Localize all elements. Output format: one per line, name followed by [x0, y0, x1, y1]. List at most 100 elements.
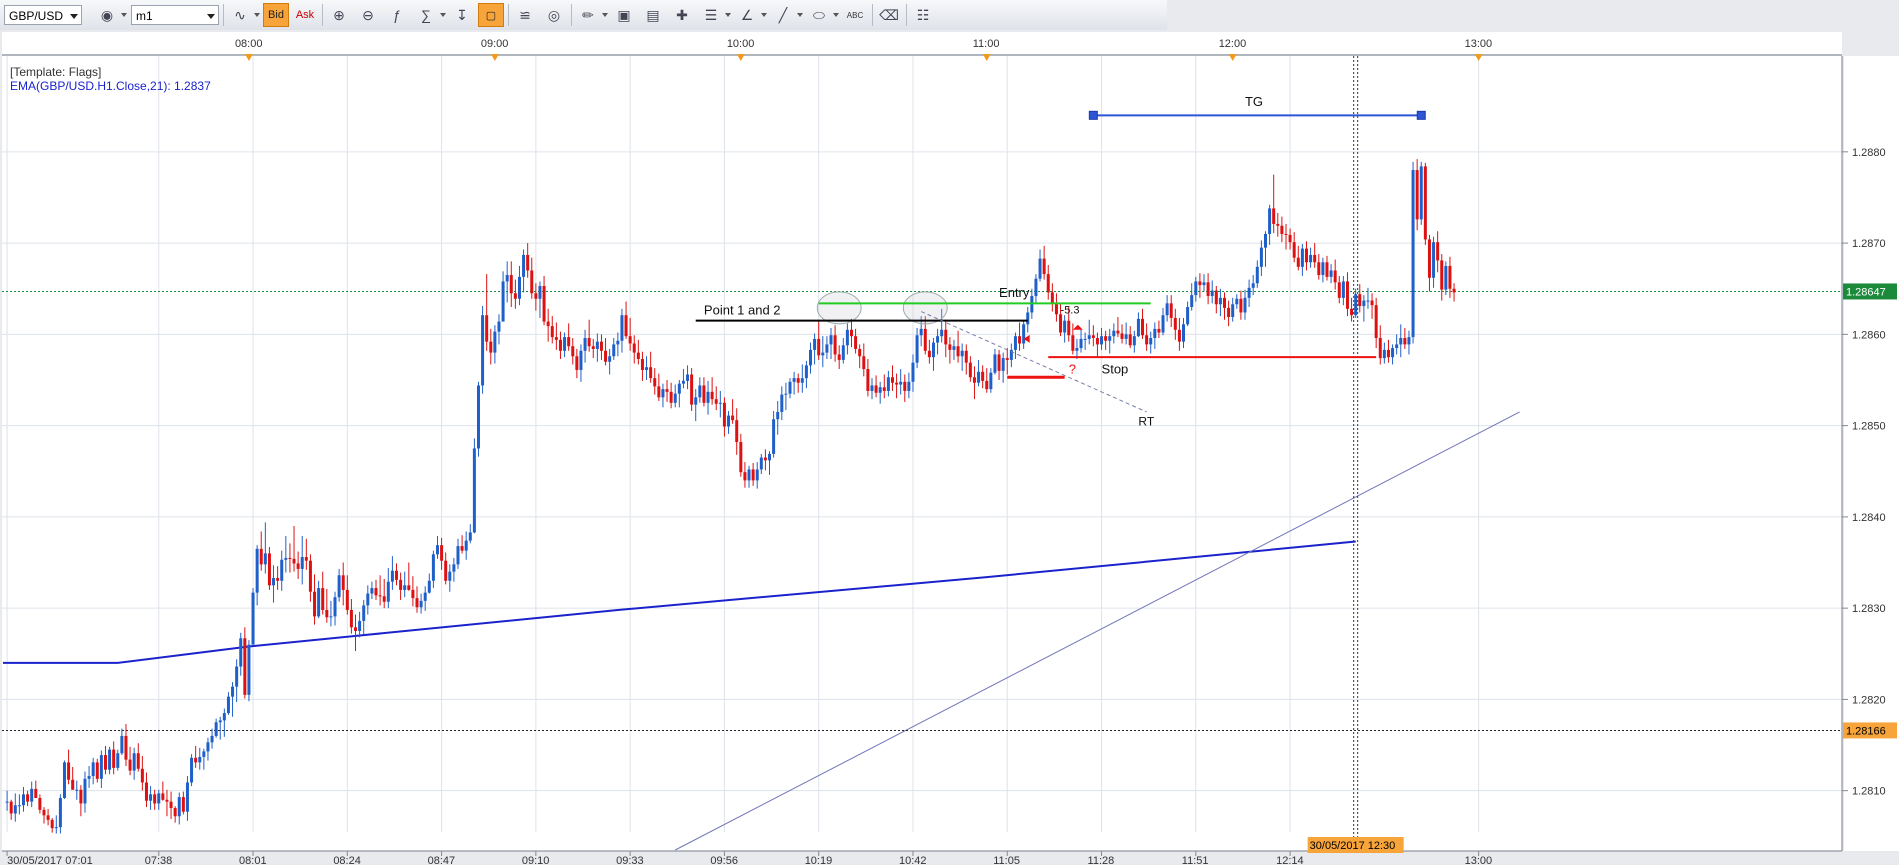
- candle-body: [321, 588, 325, 610]
- chevron-down-icon[interactable]: [440, 13, 446, 17]
- chevron-down-icon[interactable]: [797, 13, 803, 17]
- candle-body: [1132, 336, 1136, 346]
- candle-body: [1386, 349, 1390, 358]
- candle-body: [1149, 338, 1153, 345]
- ellipse-icon[interactable]: ⬭: [806, 3, 832, 27]
- candle-body: [993, 354, 997, 373]
- candle-body: [452, 564, 456, 572]
- download-icon[interactable]: ↧: [449, 3, 475, 27]
- candle-body: [1337, 282, 1341, 298]
- candle-body: [1272, 208, 1276, 224]
- toolbar-divider: [571, 4, 572, 26]
- candle-body: [940, 329, 944, 337]
- y-tick-label: 1.2810: [1852, 786, 1886, 798]
- candle-body: [1157, 328, 1161, 333]
- candle-body: [899, 381, 903, 385]
- crosshair-tool-icon[interactable]: ✚: [669, 3, 695, 27]
- chevron-down-icon[interactable]: [833, 13, 839, 17]
- candle-body: [845, 329, 849, 346]
- candle-body: [759, 457, 763, 470]
- candle-body: [690, 374, 694, 405]
- candle-body: [226, 696, 230, 714]
- chart-type-icon[interactable]: ∿: [227, 3, 253, 27]
- candle-body: [62, 762, 66, 798]
- chevron-down-icon[interactable]: [602, 13, 608, 17]
- candle-body: [1255, 266, 1259, 284]
- candle-body: [686, 374, 690, 381]
- candle-body: [144, 782, 148, 801]
- candle-body: [79, 789, 83, 804]
- candle-body: [960, 350, 964, 357]
- studies-icon[interactable]: ∑: [413, 3, 439, 27]
- candle-body: [1095, 338, 1099, 345]
- candle-body: [829, 335, 833, 345]
- zoom-out-icon[interactable]: ⊖: [355, 3, 381, 27]
- bid-button[interactable]: Bid: [263, 3, 289, 27]
- candle-body: [21, 794, 25, 806]
- candle-body: [1206, 282, 1210, 297]
- candle-body: [1153, 328, 1157, 339]
- candle-body: [739, 442, 743, 473]
- candle-body: [862, 356, 866, 370]
- candle-body: [419, 600, 423, 608]
- candle-body: [944, 329, 948, 345]
- candle-body: [337, 575, 341, 598]
- candle-body: [776, 411, 780, 420]
- candle-body: [1042, 258, 1046, 275]
- ask-button[interactable]: Ask: [292, 3, 318, 27]
- globe-icon[interactable]: ◎: [541, 3, 567, 27]
- indicator-icon[interactable]: ƒ: [384, 3, 410, 27]
- candle-body: [1452, 288, 1456, 293]
- timeframe-select[interactable]: m1: [131, 5, 219, 25]
- bottom-time-label: 12:14: [1276, 855, 1304, 865]
- glasses-icon[interactable]: ◉: [94, 3, 120, 27]
- candle-body: [702, 385, 706, 403]
- chevron-down-icon[interactable]: [254, 13, 260, 17]
- candle-body: [345, 589, 349, 610]
- symbol-value: GBP/USD: [9, 9, 64, 23]
- zoom-in-icon[interactable]: ⊕: [326, 3, 352, 27]
- candle-body: [390, 570, 394, 582]
- candle-body: [1231, 304, 1235, 318]
- sitemap-icon[interactable]: ☷: [910, 3, 936, 27]
- template-label: [Template: Flags]: [10, 65, 101, 79]
- candle-body: [1251, 283, 1255, 288]
- candle-body: [1054, 303, 1058, 315]
- chevron-down-icon[interactable]: [121, 13, 127, 17]
- symbol-select[interactable]: GBP/USD: [4, 5, 82, 25]
- eraser-icon[interactable]: ⌫: [876, 3, 902, 27]
- candle-body: [661, 389, 665, 398]
- candle-body: [1259, 247, 1263, 267]
- candle-body: [870, 385, 874, 391]
- comment-icon[interactable]: ▢: [478, 3, 504, 27]
- candle-body: [1358, 294, 1362, 307]
- candle-body: [788, 381, 792, 394]
- candle-body: [476, 385, 480, 449]
- image-icon[interactable]: ▣: [611, 3, 637, 27]
- layout-icon[interactable]: ▤: [640, 3, 666, 27]
- trendline-icon[interactable]: ╱: [770, 3, 796, 27]
- text-tool-button[interactable]: ABC: [842, 3, 868, 27]
- signal-icon[interactable]: ≌: [512, 3, 538, 27]
- candle-body: [472, 448, 476, 533]
- candle-body: [1194, 281, 1198, 296]
- angle-icon[interactable]: ∠: [734, 3, 760, 27]
- candle-body: [526, 254, 530, 271]
- candle-body: [636, 352, 640, 359]
- annotation-label: Point 1 and 2: [704, 302, 781, 317]
- candle-body: [1050, 292, 1054, 304]
- candle-body: [1374, 305, 1378, 339]
- candle-body: [657, 386, 661, 398]
- ruler-icon[interactable]: ✏: [575, 3, 601, 27]
- chevron-down-icon[interactable]: [761, 13, 767, 17]
- candle-body: [87, 776, 91, 779]
- candle-body: [1108, 336, 1112, 341]
- candle-body: [714, 399, 718, 404]
- candle-body: [907, 381, 911, 391]
- lines-icon[interactable]: ☰: [698, 3, 724, 27]
- candle-body: [67, 762, 71, 780]
- candle-body: [1436, 242, 1440, 261]
- candle-body: [411, 589, 415, 599]
- price-chart[interactable]: Point 1 and 2 Entry Stop? TG RT -5.3 1.2880 1.…: [0, 30, 1899, 865]
- chevron-down-icon[interactable]: [725, 13, 731, 17]
